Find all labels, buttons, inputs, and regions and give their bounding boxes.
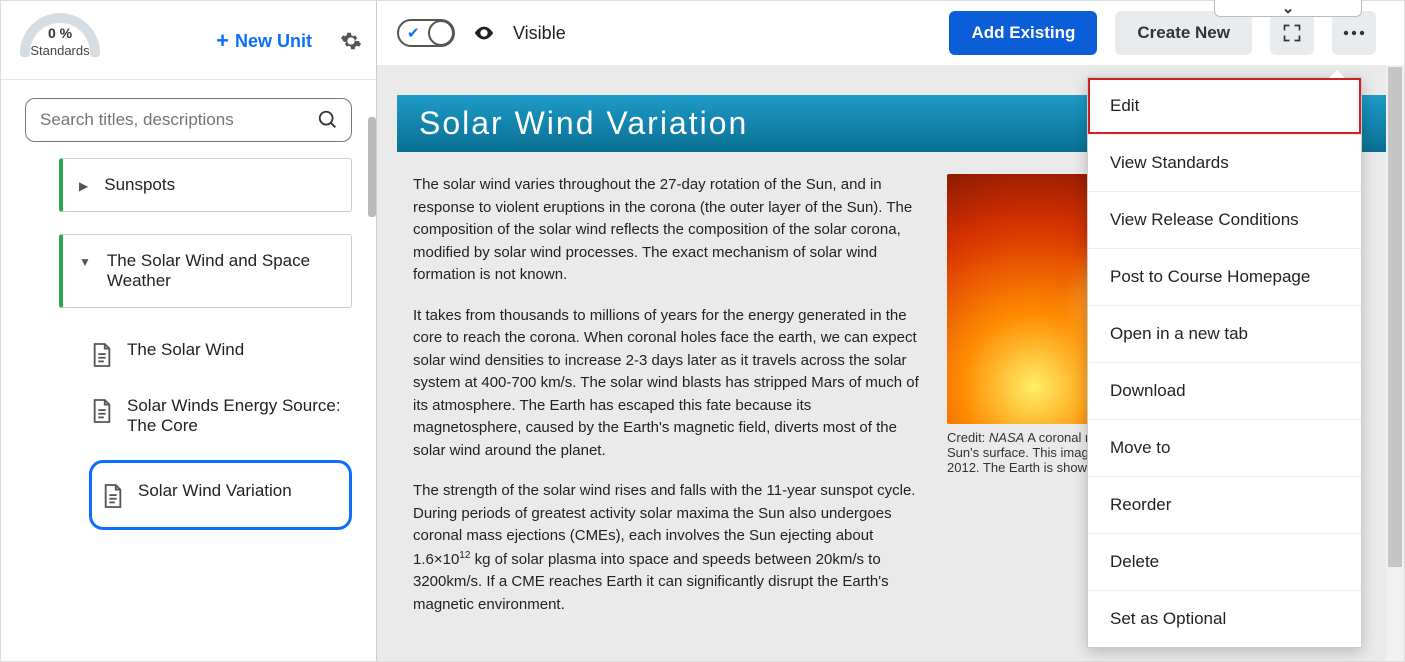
content-scrollbar[interactable] <box>1386 65 1404 661</box>
fullscreen-button[interactable] <box>1270 11 1314 55</box>
menu-item-edit[interactable]: Edit <box>1088 78 1361 134</box>
eye-icon <box>473 22 495 44</box>
menu-item-view-standards[interactable]: View Standards <box>1088 134 1361 191</box>
new-unit-label: New Unit <box>235 31 312 52</box>
search-field[interactable] <box>38 109 309 131</box>
sidebar-scrollbar[interactable] <box>366 85 376 661</box>
gauge-percent: 0 % <box>15 25 105 41</box>
menu-item-post-homepage[interactable]: Post to Course Homepage <box>1088 248 1361 305</box>
page-the-solar-wind[interactable]: The Solar Wind <box>89 330 352 386</box>
gauge-label: Standards <box>15 43 105 58</box>
menu-item-set-optional[interactable]: Set as Optional <box>1088 590 1361 647</box>
create-new-button[interactable]: Create New <box>1115 11 1252 55</box>
menu-item-move-to[interactable]: Move to <box>1088 419 1361 476</box>
caret-down-icon: ▼ <box>79 255 91 269</box>
standards-gauge: 0 % Standards <box>15 13 105 69</box>
menu-item-reorder[interactable]: Reorder <box>1088 476 1361 533</box>
new-unit-button[interactable]: + New Unit <box>216 28 312 54</box>
add-existing-button[interactable]: Add Existing <box>949 11 1097 55</box>
unit-label: The Solar Wind and Space Weather <box>107 251 335 291</box>
paragraph: The solar wind varies throughout the 27-… <box>413 174 923 287</box>
document-icon <box>102 483 124 509</box>
page-energy-source-core[interactable]: Solar Winds Energy Source: The Core <box>89 386 352 454</box>
expand-icon <box>1282 23 1302 43</box>
document-icon <box>91 398 113 424</box>
context-menu: Edit View Standards View Release Conditi… <box>1087 77 1362 648</box>
menu-item-delete[interactable]: Delete <box>1088 533 1361 590</box>
search-input[interactable] <box>25 98 352 142</box>
unit-solar-wind-weather[interactable]: ▼ The Solar Wind and Space Weather <box>59 234 352 308</box>
page-solar-wind-variation[interactable]: Solar Wind Variation <box>89 460 352 530</box>
unit-label: Sunspots <box>104 175 175 195</box>
document-body: The solar wind varies throughout the 27-… <box>413 174 923 634</box>
document-icon <box>91 342 113 368</box>
search-icon <box>317 109 339 131</box>
menu-item-view-release-conditions[interactable]: View Release Conditions <box>1088 191 1361 248</box>
paragraph: It takes from thousands to millions of y… <box>413 305 923 463</box>
more-actions-button[interactable] <box>1332 11 1376 55</box>
plus-icon: + <box>216 28 229 54</box>
caret-right-icon: ▶ <box>79 179 88 193</box>
check-icon: ✔ <box>407 24 420 42</box>
visibility-toggle[interactable]: ✔ <box>397 19 455 47</box>
page-label: The Solar Wind <box>127 340 244 360</box>
menu-item-download[interactable]: Download <box>1088 362 1361 419</box>
ellipsis-icon <box>1343 30 1365 36</box>
sidebar: 0 % Standards + New Unit ▶ Sunspots ▼ Th… <box>1 1 377 661</box>
page-label: Solar Wind Variation <box>138 481 292 501</box>
menu-item-open-new-tab[interactable]: Open in a new tab <box>1088 305 1361 362</box>
gear-icon[interactable] <box>340 30 362 52</box>
page-label: Solar Winds Energy Source: The Core <box>127 396 346 436</box>
paragraph: The strength of the solar wind rises and… <box>413 480 923 616</box>
collapse-toolbar-button[interactable]: ⌄ <box>1214 0 1362 17</box>
unit-sunspots[interactable]: ▶ Sunspots <box>59 158 352 212</box>
visibility-label: Visible <box>513 23 566 44</box>
main-panel: ⌄ ✔ Visible Add Existing Create New Sola… <box>377 1 1404 661</box>
chevron-down-icon: ⌄ <box>1282 0 1295 17</box>
